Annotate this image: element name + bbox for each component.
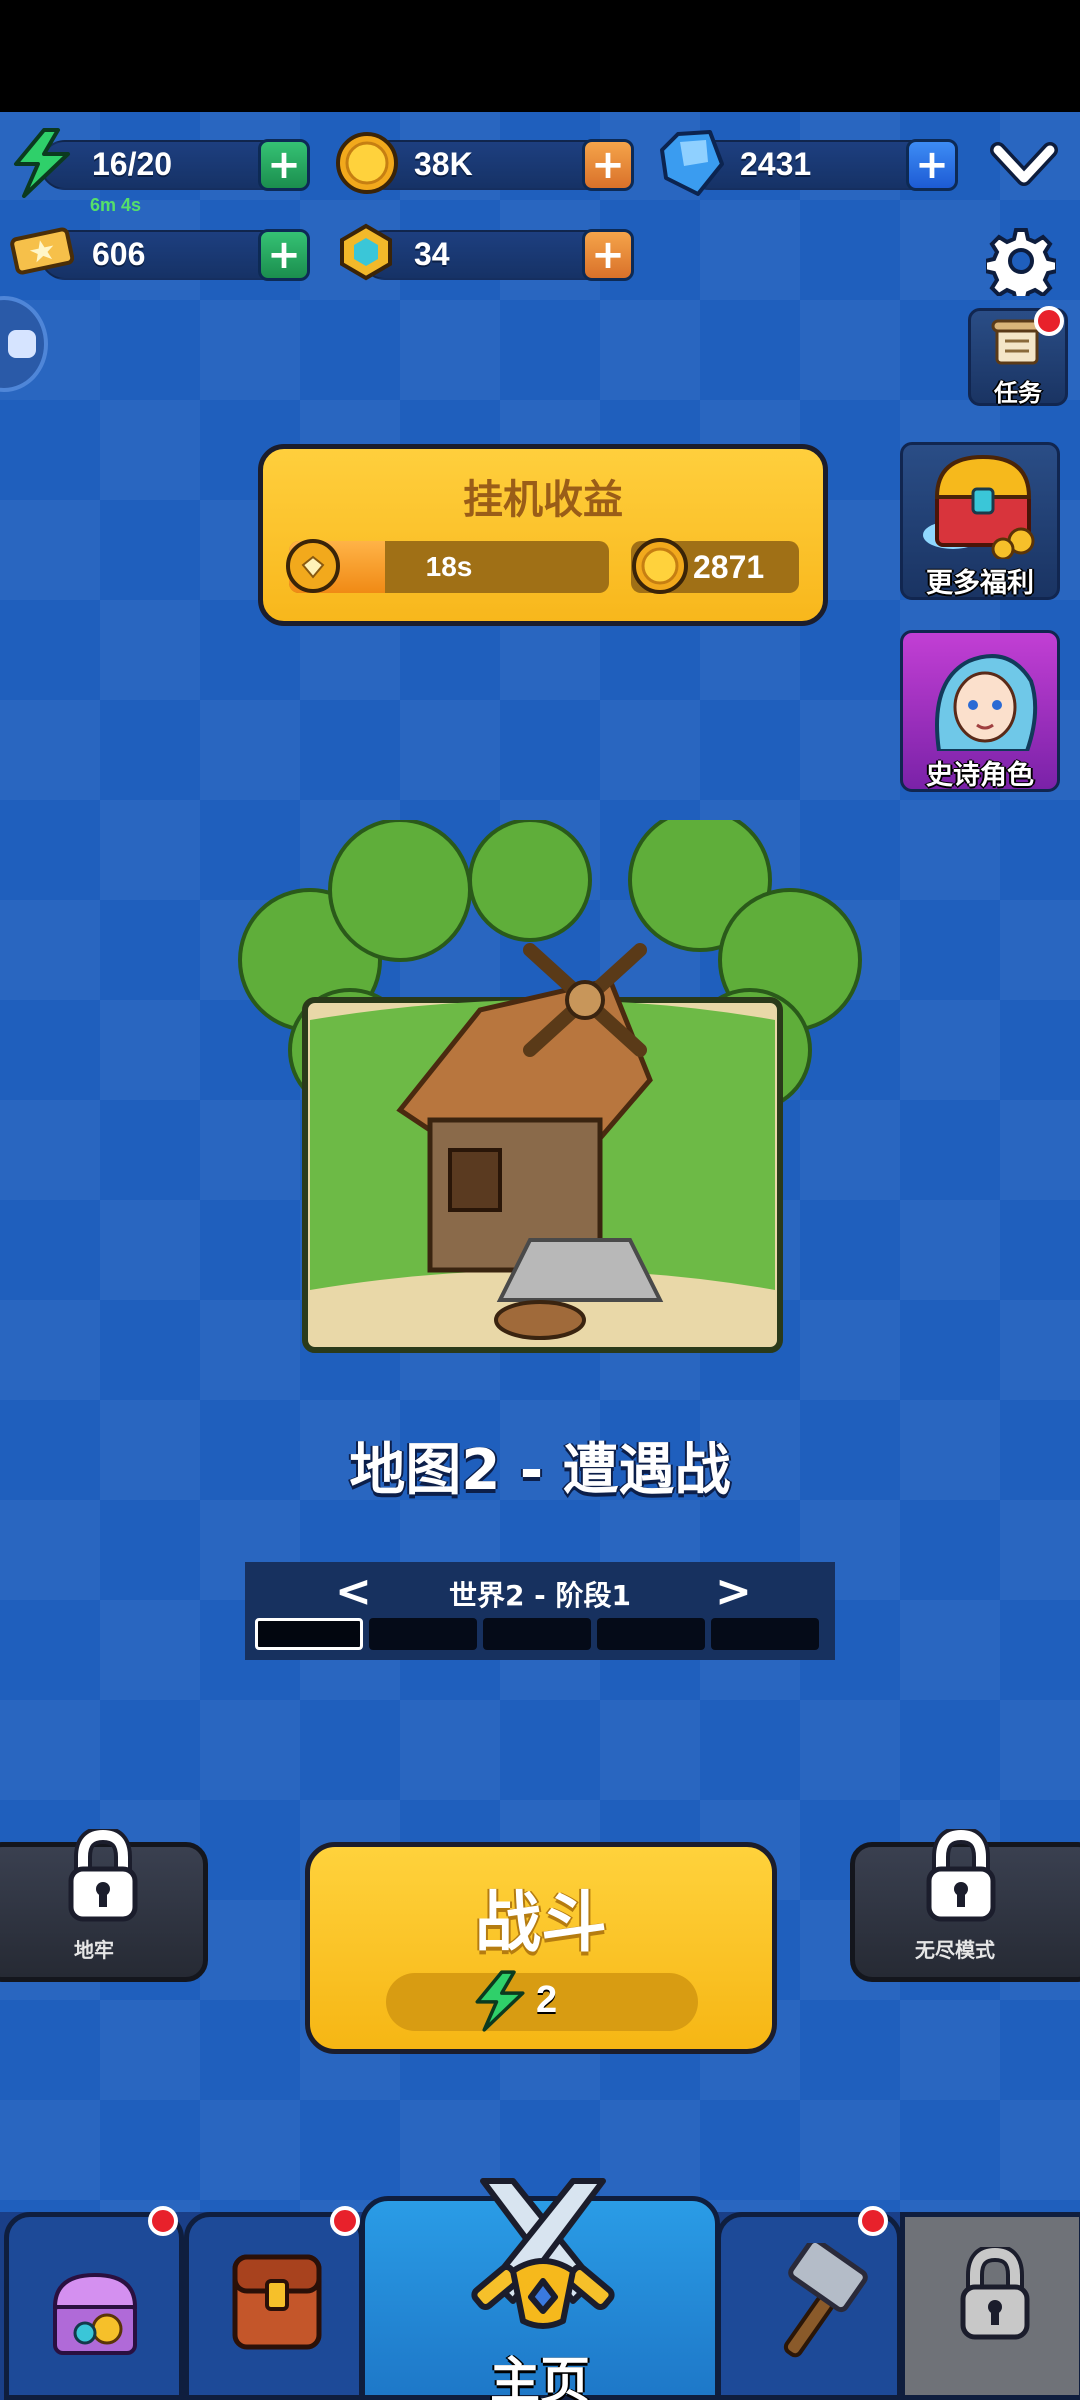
chevron-down-icon[interactable] xyxy=(990,140,1058,190)
gift-chest-icon xyxy=(52,2272,138,2355)
idle-income-title: 挂机收益 xyxy=(463,477,623,523)
lock-icon xyxy=(960,2247,1030,2340)
treasure-chest-icon xyxy=(923,454,1035,559)
endless-mode-button[interactable]: 无尽模式 xyxy=(850,1829,1080,1982)
lightning-icon xyxy=(14,128,70,198)
stage-segment xyxy=(255,1618,363,1650)
energy-timer: 6m 4s xyxy=(90,195,142,215)
idle-income-panel[interactable]: 挂机收益 18s 2871 xyxy=(258,444,828,626)
tasks-notification-dot xyxy=(1034,306,1064,336)
coin-icon xyxy=(336,132,398,194)
gem-icon xyxy=(660,130,724,196)
epic-hero-button[interactable]: 史诗角色 xyxy=(900,630,1060,792)
stage-segment xyxy=(711,1618,819,1650)
chat-icon xyxy=(8,330,36,358)
hammer-icon xyxy=(783,2243,868,2358)
stage-segment xyxy=(483,1618,591,1650)
coins-value: 38K xyxy=(414,146,473,182)
dungeon-label: 地牢 xyxy=(74,1938,114,1962)
tasks-label: 任务 xyxy=(994,379,1042,407)
epic-hero-label: 史诗角色 xyxy=(926,760,1034,791)
add-gems-button[interactable]: + xyxy=(906,139,958,191)
tab-locked[interactable] xyxy=(900,2212,1080,2400)
tab-forge[interactable] xyxy=(716,2212,902,2400)
backpack-icon xyxy=(232,2254,322,2350)
gear-icon[interactable] xyxy=(986,226,1056,296)
lock-icon xyxy=(68,1829,138,1922)
add-tickets-button[interactable]: + xyxy=(258,229,310,281)
gems-value: 2431 xyxy=(740,146,812,182)
more-benefits-button[interactable]: 更多福利 xyxy=(900,442,1060,600)
coin-icon xyxy=(632,538,688,594)
coin-bag-icon xyxy=(286,539,340,593)
add-energy-button[interactable]: + xyxy=(258,139,310,191)
shop-notification-dot xyxy=(148,2206,178,2236)
fight-button[interactable]: 战斗 2 xyxy=(305,1842,777,2054)
stage-segment xyxy=(369,1618,477,1650)
fight-energy-cost: 2 xyxy=(536,1979,558,2021)
add-crystals-button[interactable]: + xyxy=(582,229,634,281)
more-benefits-label: 更多福利 xyxy=(926,568,1034,599)
ticket-icon xyxy=(10,227,74,275)
crystal-icon xyxy=(340,223,392,281)
energy-value: 16/20 xyxy=(92,146,173,182)
status-bar xyxy=(0,0,1080,112)
crystals-value: 34 xyxy=(414,236,450,272)
idle-reward-box: 2871 xyxy=(631,538,799,594)
hero-portrait-icon xyxy=(935,654,1038,751)
endless-mode-label: 无尽模式 xyxy=(915,1938,995,1962)
tab-inventory[interactable] xyxy=(184,2212,364,2400)
lock-icon xyxy=(926,1829,996,1922)
map-title: 地图2 - 遭遇战 xyxy=(349,1438,731,1503)
next-stage-arrow[interactable]: > xyxy=(715,1566,752,1617)
add-coins-button[interactable]: + xyxy=(582,139,634,191)
fight-cost: 2 xyxy=(386,1970,698,2032)
tab-shop[interactable] xyxy=(4,2212,184,2400)
chat-side-tab[interactable] xyxy=(0,296,48,392)
tickets-value: 606 xyxy=(92,236,146,272)
home-label: 主页 xyxy=(490,2352,590,2400)
map-illustration[interactable] xyxy=(230,820,870,1360)
idle-reward-value: 2871 xyxy=(693,549,765,585)
stage-segment xyxy=(597,1618,705,1650)
crossed-swords-icon xyxy=(471,2178,615,2329)
stage-selector: < 世界2 - 阶段1 > xyxy=(245,1562,835,1660)
lightning-icon xyxy=(475,1970,525,2032)
inventory-notification-dot xyxy=(330,2206,360,2236)
fight-label: 战斗 xyxy=(475,1884,607,1961)
dungeon-button[interactable]: 地牢 xyxy=(0,1829,208,1982)
forge-notification-dot xyxy=(858,2206,888,2236)
tab-home[interactable]: 主页 xyxy=(360,2178,720,2400)
